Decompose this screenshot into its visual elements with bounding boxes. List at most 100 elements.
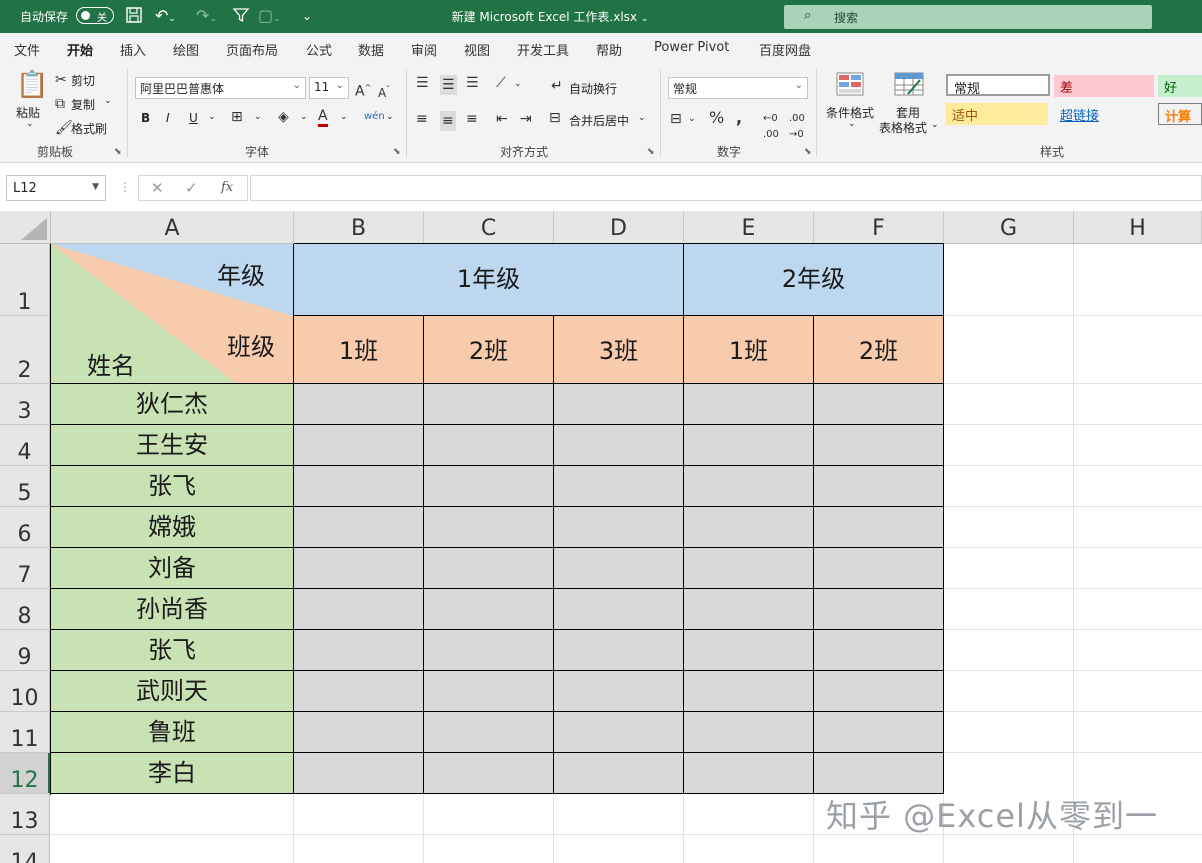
data-cell[interactable] (684, 384, 814, 425)
data-cell[interactable] (424, 384, 554, 425)
data-cell[interactable] (554, 548, 684, 589)
select-all-button[interactable] (0, 211, 51, 244)
grow-font-icon[interactable]: A^ (355, 80, 371, 100)
tab-baidu-netdisk[interactable]: 百度网盘 (759, 40, 811, 59)
row-header-1[interactable]: 1 (0, 244, 50, 316)
fill-color-dropdown-icon[interactable]: ⌄ (300, 112, 308, 122)
style-normal[interactable]: 常规 (946, 74, 1050, 97)
align-middle-icon[interactable]: ☰ (440, 75, 457, 95)
data-cell[interactable] (684, 466, 814, 507)
clipboard-launcher-icon[interactable]: ⬊ (114, 147, 122, 157)
align-center-icon[interactable]: ≡ (440, 111, 456, 131)
alignment-launcher-icon[interactable]: ⬊ (647, 147, 655, 157)
data-cell[interactable] (294, 753, 424, 794)
font-family-select[interactable]: 阿里巴巴普惠体 ⌄ (135, 77, 306, 99)
conditional-format-dropdown-icon[interactable]: ⌄ (848, 119, 856, 129)
row-header-12[interactable]: 12 (0, 753, 50, 794)
decrease-decimal-icon[interactable]: .00 →0 (789, 111, 805, 143)
enter-icon[interactable]: ✓ (185, 179, 198, 197)
cut-icon[interactable]: ✂ (55, 72, 67, 88)
data-cell[interactable] (814, 548, 944, 589)
class-header[interactable]: 2班 (814, 316, 944, 384)
data-cell[interactable] (554, 753, 684, 794)
row-header-3[interactable]: 3 (0, 384, 50, 425)
align-bottom-icon[interactable]: ☰ (466, 75, 479, 91)
style-bad[interactable]: 差 (1054, 75, 1154, 97)
column-header-f[interactable]: F (814, 211, 944, 244)
grade-header-1[interactable]: 1年级 (294, 244, 684, 316)
borders-icon[interactable]: ⊞ (231, 109, 243, 125)
data-cell[interactable] (814, 753, 944, 794)
accounting-format-icon[interactable]: ⊟ (670, 111, 682, 127)
data-cell[interactable] (424, 753, 554, 794)
data-cell[interactable] (684, 507, 814, 548)
data-cell[interactable] (424, 548, 554, 589)
tab-data[interactable]: 数据 (358, 40, 384, 59)
data-cell[interactable] (814, 466, 944, 507)
data-cell[interactable] (814, 425, 944, 466)
data-cell[interactable] (294, 384, 424, 425)
resize-handle-icon[interactable]: ⋮ (119, 180, 131, 194)
copy-button[interactable]: 复制 (71, 96, 95, 113)
tab-developer[interactable]: 开发工具 (517, 40, 569, 59)
name-box[interactable]: L12 ▼ (6, 175, 106, 201)
tab-page-layout[interactable]: 页面布局 (226, 40, 278, 59)
class-header[interactable]: 2班 (424, 316, 554, 384)
name-cell[interactable]: 鲁班 (51, 712, 294, 753)
grade-header-2[interactable]: 2年级 (684, 244, 944, 316)
data-cell[interactable] (554, 671, 684, 712)
orientation-dropdown-icon[interactable]: ⌄ (514, 79, 522, 89)
style-calculation[interactable]: 计算 (1158, 103, 1202, 125)
format-painter-button[interactable]: 格式刷 (71, 120, 107, 137)
tab-view[interactable]: 视图 (464, 40, 490, 59)
name-cell[interactable]: 张飞 (51, 466, 294, 507)
paste-dropdown-icon[interactable]: ⌄ (26, 119, 34, 129)
phonetic-dropdown-icon[interactable]: ⌄ (386, 112, 394, 122)
data-cell[interactable] (424, 466, 554, 507)
row-header-11[interactable]: 11 (0, 712, 50, 753)
name-cell[interactable]: 武则天 (51, 671, 294, 712)
decrease-indent-icon[interactable]: ⇤ (496, 111, 508, 127)
row-header-10[interactable]: 10 (0, 671, 50, 712)
copy-icon[interactable]: ⧉ (55, 96, 65, 112)
paste-icon[interactable]: 📋 (16, 71, 48, 99)
wrap-text-button[interactable]: 自动换行 (569, 80, 617, 97)
data-cell[interactable] (684, 671, 814, 712)
fill-color-icon[interactable]: ◈ (278, 109, 289, 125)
row-header-2[interactable]: 2 (0, 316, 50, 384)
row-header-7[interactable]: 7 (0, 548, 50, 589)
font-launcher-icon[interactable]: ⬊ (393, 147, 401, 157)
tab-home[interactable]: 开始 (67, 40, 94, 66)
data-cell[interactable] (554, 425, 684, 466)
shrink-font-icon[interactable]: Aˇ (378, 82, 390, 101)
tab-insert[interactable]: 插入 (120, 40, 146, 59)
data-cell[interactable] (424, 671, 554, 712)
tab-power-pivot[interactable]: Power Pivot (654, 40, 729, 55)
class-header[interactable]: 1班 (684, 316, 814, 384)
merge-center-icon[interactable]: ⊟ (549, 110, 561, 126)
shapes-icon[interactable]: ▢⌄ (258, 6, 281, 29)
data-cell[interactable] (684, 630, 814, 671)
data-cell[interactable] (684, 548, 814, 589)
tab-file[interactable]: 文件 (14, 40, 40, 59)
data-cell[interactable] (424, 712, 554, 753)
table-format-icon[interactable] (894, 72, 924, 100)
orientation-icon[interactable]: ⟋ (496, 75, 506, 91)
undo-icon[interactable]: ↶⌄ (155, 6, 176, 29)
font-color-dropdown-icon[interactable]: ⌄ (340, 112, 348, 122)
data-cell[interactable] (814, 630, 944, 671)
underline-button[interactable]: U (189, 111, 198, 125)
data-cell[interactable] (554, 466, 684, 507)
increase-indent-icon[interactable]: ⇥ (520, 111, 532, 127)
data-cell[interactable] (814, 507, 944, 548)
row-header-8[interactable]: 8 (0, 589, 50, 630)
tab-formulas[interactable]: 公式 (306, 40, 332, 59)
conditional-format-icon[interactable] (836, 72, 864, 100)
bold-button[interactable]: B (141, 111, 150, 125)
increase-decimal-icon[interactable]: ←0.00 (763, 111, 779, 143)
name-cell[interactable]: 狄仁杰 (51, 384, 294, 425)
tab-draw[interactable]: 绘图 (173, 40, 199, 59)
data-cell[interactable] (424, 589, 554, 630)
borders-dropdown-icon[interactable]: ⌄ (254, 112, 262, 122)
data-cell[interactable] (554, 589, 684, 630)
